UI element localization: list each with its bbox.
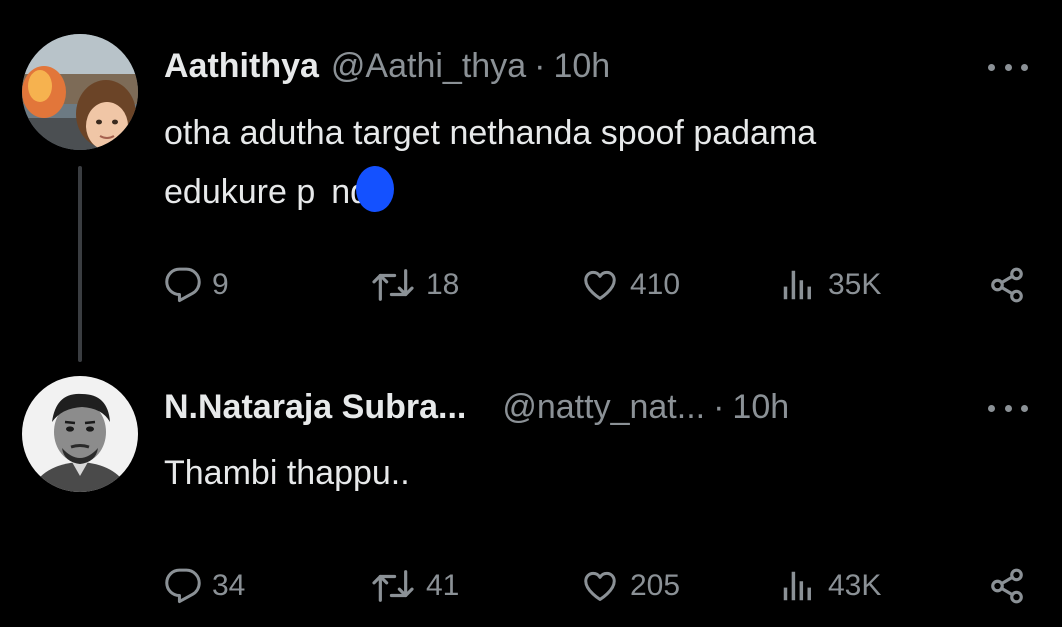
retweet-icon bbox=[372, 269, 414, 301]
tweet-text-line: otha adutha target nethanda spoof padama bbox=[164, 114, 817, 152]
share-icon bbox=[991, 267, 1023, 303]
tweet[interactable]: Aathithya @Aathi_thya · 10h otha adutha … bbox=[0, 0, 1062, 362]
like-button[interactable]: 410 bbox=[580, 262, 680, 308]
tweet-header: Aathithya @Aathi_thya · 10h bbox=[164, 44, 610, 88]
avatar[interactable] bbox=[22, 34, 138, 150]
views-count: 35K bbox=[828, 268, 882, 301]
retweet-count: 41 bbox=[426, 569, 460, 602]
reply-count: 9 bbox=[212, 268, 229, 301]
like-icon bbox=[584, 571, 616, 601]
display-name[interactable]: N.Nataraja Subra... bbox=[164, 388, 466, 427]
retweet-button[interactable]: 41 bbox=[370, 563, 459, 609]
avatar-image bbox=[22, 376, 138, 492]
tweet-header: N.Nataraja Subra... @natty_nat... · 10h bbox=[164, 385, 789, 429]
action-bar: 34 41 205 43K bbox=[0, 563, 1062, 609]
handle[interactable]: @Aathi_thya bbox=[331, 47, 526, 86]
separator-dot: · bbox=[713, 387, 725, 426]
tweet-text-line: edukure pnda bbox=[164, 163, 1044, 222]
like-icon bbox=[584, 270, 616, 300]
avatar-image bbox=[22, 34, 138, 150]
retweet-count: 18 bbox=[426, 268, 460, 301]
like-count: 205 bbox=[630, 569, 681, 602]
views-count: 43K bbox=[828, 569, 882, 602]
action-bar: 9 18 410 35K bbox=[0, 262, 1062, 308]
handle[interactable]: @natty_nat... bbox=[502, 388, 705, 427]
reply-icon bbox=[165, 568, 201, 604]
more-icon[interactable] bbox=[988, 398, 1028, 418]
more-icon[interactable] bbox=[988, 57, 1028, 77]
share-icon bbox=[991, 568, 1023, 604]
avatar[interactable] bbox=[22, 376, 138, 492]
timestamp[interactable]: 10h bbox=[553, 47, 610, 86]
like-count: 410 bbox=[630, 268, 681, 301]
timestamp[interactable]: 10h bbox=[732, 388, 789, 427]
views-button[interactable]: 35K bbox=[778, 262, 881, 308]
tweet-text-line: Thambi thappu.. bbox=[164, 454, 410, 492]
separator-dot: · bbox=[534, 46, 546, 85]
like-button[interactable]: 205 bbox=[580, 563, 680, 609]
reply-icon bbox=[165, 267, 201, 303]
tweet-text-fragment: edukure p bbox=[164, 173, 316, 211]
views-icon bbox=[783, 270, 811, 300]
retweet-button[interactable]: 18 bbox=[370, 262, 459, 308]
display-name[interactable]: Aathithya bbox=[164, 47, 319, 86]
overlay-dot bbox=[356, 166, 394, 212]
share-button[interactable] bbox=[986, 262, 1028, 308]
tweet[interactable]: N.Nataraja Subra... @natty_nat... · 10h … bbox=[0, 345, 1062, 627]
retweet-icon bbox=[372, 570, 414, 602]
reply-button[interactable]: 9 bbox=[164, 262, 229, 308]
share-button[interactable] bbox=[986, 563, 1028, 609]
reply-button[interactable]: 34 bbox=[164, 563, 245, 609]
views-icon bbox=[783, 571, 811, 601]
views-button[interactable]: 43K bbox=[778, 563, 881, 609]
reply-count: 34 bbox=[212, 569, 246, 602]
tweet-text: Thambi thappu.. bbox=[164, 444, 1044, 503]
tweet-text: otha adutha target nethanda spoof padama… bbox=[164, 104, 1044, 222]
